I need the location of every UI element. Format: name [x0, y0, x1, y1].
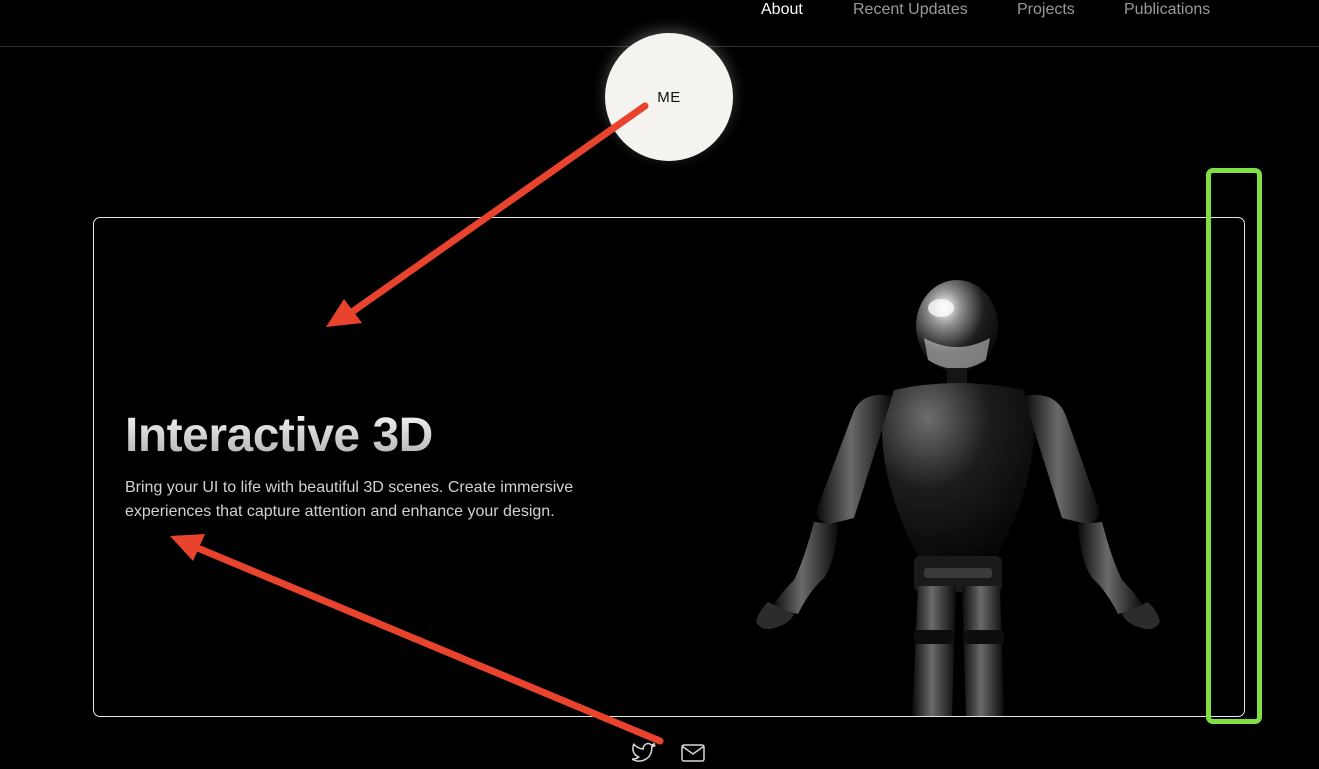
robot-torso: [882, 383, 1034, 558]
hero-title: Interactive 3D: [125, 409, 433, 462]
hero-description: Bring your UI to life with beautiful 3D …: [125, 479, 574, 520]
nav-link-publications[interactable]: Publications: [1124, 0, 1210, 22]
robot-left-arm: [816, 394, 892, 524]
avatar-initials: ME: [657, 88, 681, 106]
page: About Recent Updates Projects Publicatio…: [0, 0, 1319, 769]
twitter-icon[interactable]: [632, 741, 658, 765]
avatar[interactable]: ME: [605, 33, 733, 161]
nav-link-about[interactable]: About: [761, 0, 803, 22]
robot-3d-scene[interactable]: [734, 278, 1194, 717]
mail-icon[interactable]: [680, 741, 706, 765]
nav-link-projects[interactable]: Projects: [1017, 0, 1075, 22]
robot-left-leg: [912, 586, 956, 716]
nav-link-recent-updates[interactable]: Recent Updates: [853, 0, 968, 22]
highlight-box: [1206, 168, 1262, 724]
robot-right-arm: [1024, 394, 1100, 524]
robot-right-leg: [962, 586, 1004, 716]
hero-card: Interactive 3D Bring your UI to life wit…: [93, 217, 1245, 717]
